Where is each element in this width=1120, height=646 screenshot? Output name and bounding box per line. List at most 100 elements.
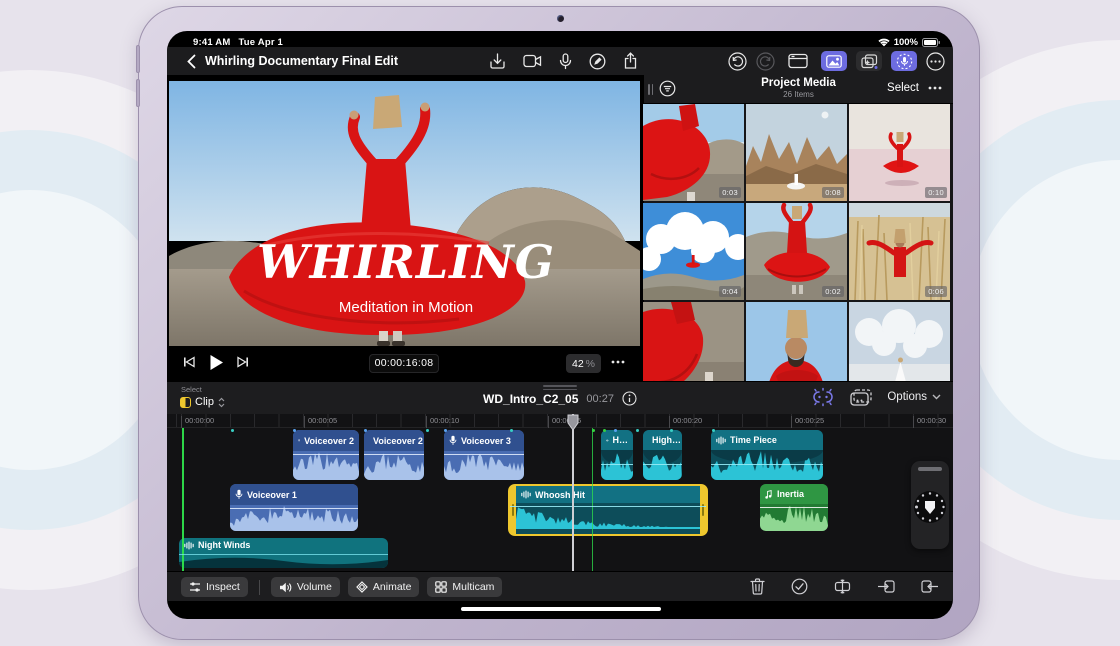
redo-icon[interactable] — [756, 52, 775, 71]
multicam-button[interactable]: Multicam — [427, 577, 502, 597]
info-icon[interactable] — [622, 391, 637, 406]
filter-icon[interactable] — [659, 80, 676, 97]
clip-label: Time Piece — [730, 435, 777, 445]
media-thumbnail[interactable]: 0:02 — [746, 203, 847, 300]
transport-bar: 00:00:16:08 42% — [167, 346, 642, 381]
play-icon[interactable] — [209, 354, 224, 371]
timeline-clip[interactable]: High… — [643, 430, 682, 480]
volume-button[interactable]: Volume — [271, 577, 340, 597]
options-button[interactable]: Options — [887, 391, 941, 403]
video-viewer[interactable]: WHIRLING Meditation in Motion 00:00:16:0… — [167, 75, 642, 381]
media-grid: 0:03 0:08 0:10 0:04 0:02 0:06 — [643, 104, 953, 381]
timeline-clip[interactable]: Inertia — [760, 484, 828, 531]
tool-button-label: Animate — [373, 581, 412, 593]
tool-button-label: Multicam — [452, 581, 494, 593]
media-thumbnail[interactable]: 0:10 — [849, 104, 950, 201]
timeline-clip[interactable]: Voiceover 2 — [293, 430, 359, 480]
select-mode-label: Select — [181, 385, 202, 394]
home-indicator[interactable] — [461, 607, 661, 611]
media-thumbnail[interactable]: 0:06 — [849, 203, 950, 300]
clip-duration-badge: 0:02 — [822, 286, 844, 297]
skip-back-icon[interactable] — [183, 356, 195, 368]
mic-icon[interactable] — [559, 53, 572, 70]
back-icon[interactable] — [183, 53, 199, 69]
timeline-marker[interactable] — [364, 429, 367, 432]
animate-button[interactable]: Animate — [348, 577, 420, 597]
clip-label: Inertia — [777, 489, 804, 499]
skip-forward-icon[interactable] — [237, 356, 249, 368]
effects-button[interactable] — [856, 51, 882, 71]
timeline-drag-handle[interactable] — [543, 385, 577, 392]
insert-left-icon[interactable] — [877, 579, 895, 594]
insert-right-icon[interactable] — [921, 579, 939, 594]
timeline[interactable]: 00:00:0000:00:0500:00:1000:00:1500:00:20… — [167, 414, 953, 571]
media-thumbnail[interactable]: 0:03 — [643, 104, 744, 201]
playhead[interactable] — [572, 414, 574, 571]
clip-label: Voiceover 2 — [373, 436, 423, 446]
clip-duration-badge: 0:06 — [925, 286, 947, 297]
panel-drag-handle[interactable] — [648, 84, 653, 95]
blade-split-icon[interactable] — [834, 578, 851, 595]
timeline-clip-selected[interactable]: Whoosh Hit — [508, 484, 708, 536]
timeline-marker[interactable] — [231, 429, 234, 432]
clip-tool-label: Clip — [195, 396, 214, 408]
media-thumbnail[interactable] — [643, 302, 744, 381]
timeline-clip[interactable]: Time Piece — [711, 430, 823, 480]
media-thumbnail[interactable] — [746, 302, 847, 381]
timeline-marker[interactable] — [614, 429, 617, 432]
media-browser-button[interactable] — [821, 51, 847, 71]
delete-icon[interactable] — [750, 578, 765, 595]
ruler-tick-label: 00:00:10 — [426, 416, 459, 428]
trim-handle-right[interactable] — [700, 486, 706, 534]
media-thumbnail[interactable]: 0:08 — [746, 104, 847, 201]
voiceover-button[interactable] — [891, 51, 917, 71]
inspect-button[interactable]: Inspect — [181, 577, 248, 597]
timeline-clip[interactable]: Night Winds — [179, 538, 388, 568]
timeline-ruler[interactable]: 00:00:0000:00:0500:00:1000:00:1500:00:20… — [167, 414, 953, 428]
share-icon[interactable] — [623, 52, 638, 70]
undo-icon[interactable] — [728, 52, 747, 71]
volume-down-button[interactable] — [136, 79, 140, 107]
timeline-marker[interactable] — [636, 429, 639, 432]
zoom-value: 42 — [572, 358, 584, 370]
timeline-clip[interactable]: Voiceover 3 — [444, 430, 524, 480]
media-thumbnail[interactable]: 0:04 — [643, 203, 744, 300]
timeline-marker[interactable] — [293, 429, 296, 432]
timeline-marker[interactable] — [510, 429, 513, 432]
panel-more-icon[interactable] — [927, 82, 943, 94]
jog-drag-handle[interactable] — [918, 467, 942, 471]
clip-label: Voiceover 3 — [461, 436, 511, 446]
clip-label: Voiceover 1 — [247, 490, 297, 500]
viewer-more-icon[interactable] — [610, 356, 626, 368]
approve-check-icon[interactable] — [791, 578, 808, 595]
timeline-marker[interactable] — [444, 429, 447, 432]
timeline-marker[interactable] — [426, 429, 429, 432]
overlay-clip-icon[interactable] — [850, 389, 872, 406]
ipad-device: 9:41 AMTue Apr 1 100% Whirling Documenta… — [138, 6, 980, 640]
browser-panel-icon[interactable] — [788, 53, 808, 69]
volume-up-button[interactable] — [136, 45, 140, 73]
timecode-display[interactable]: 00:00:16:08 — [369, 354, 439, 373]
pencil-tool-icon[interactable] — [589, 53, 606, 70]
clip-duration-badge: 0:08 — [822, 187, 844, 198]
zoom-level-button[interactable]: 42% — [566, 354, 601, 373]
timeline-clip[interactable]: Voiceover 2 — [364, 430, 424, 480]
more-icon[interactable] — [926, 52, 945, 71]
jog-wheel[interactable] — [911, 461, 949, 549]
clip-duration-badge: 0:04 — [719, 286, 741, 297]
trim-handle-left[interactable] — [510, 486, 516, 534]
select-button[interactable]: Select — [887, 82, 919, 94]
timeline-marker[interactable] — [603, 429, 606, 432]
media-thumbnail[interactable] — [849, 302, 950, 381]
timeline-marker[interactable] — [670, 429, 673, 432]
import-icon[interactable] — [489, 52, 506, 70]
timeline-clip[interactable]: Voiceover 1 — [230, 484, 358, 531]
clip-label: High… — [652, 435, 681, 445]
timeline-clip[interactable]: H… — [601, 430, 633, 480]
timeline-marker[interactable] — [712, 429, 715, 432]
clip-tool-dropdown[interactable]: Clip — [180, 396, 225, 408]
playhead-handle[interactable] — [566, 414, 580, 436]
battery-icon — [922, 38, 941, 47]
camera-icon[interactable] — [523, 54, 542, 68]
connect-clip-icon[interactable] — [811, 387, 835, 407]
